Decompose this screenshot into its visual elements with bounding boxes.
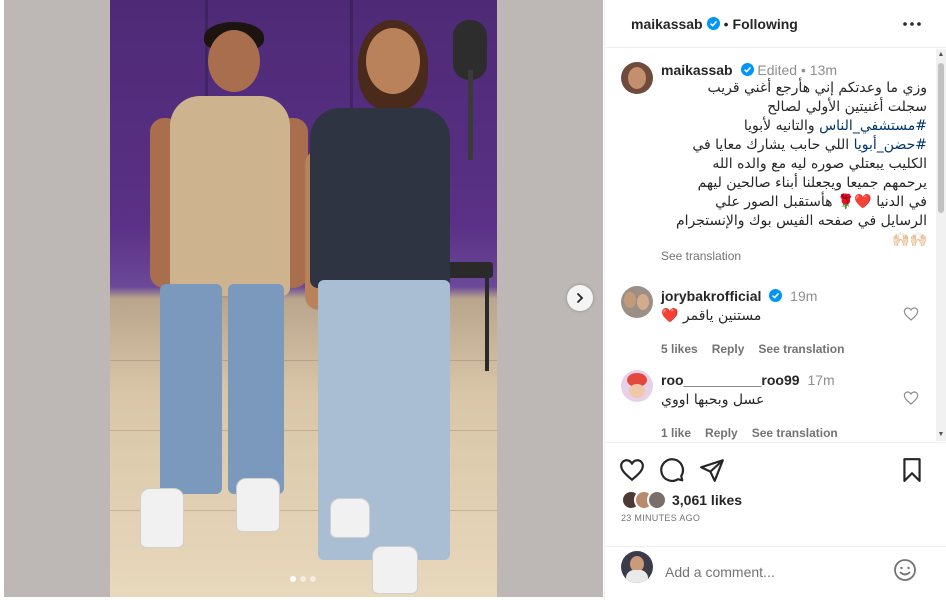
comment-meta: 5 likes Reply See translation: [661, 342, 891, 356]
post-timestamp: 23 MINUTES AGO: [621, 513, 701, 523]
post-actions: 3,061 likes 23 MINUTES AGO: [605, 442, 946, 546]
caption-dot: •: [800, 62, 806, 78]
carousel-dot: [310, 576, 316, 582]
comment-time: 17m: [807, 372, 835, 388]
following-button[interactable]: Following: [733, 16, 798, 32]
likes-summary: 3,061 likes: [621, 490, 742, 510]
post-header: maikassab • Following: [605, 0, 946, 48]
see-translation-button[interactable]: See translation: [758, 342, 844, 356]
like-comment-heart-icon[interactable]: [903, 306, 919, 322]
caption-text: وزي ما وعدتكم إني هأرجع أغني قريب سجلت أ…: [661, 79, 927, 250]
comment-avatar[interactable]: [621, 370, 653, 402]
comment-item: roo__________roo99 17m عسل وبحبها اووي 1…: [661, 372, 891, 440]
caption-line: الكليب يبعتلي صوره ليه مع والده الله: [712, 156, 927, 172]
caption-line: وزي ما وعدتكم إني هأرجع أغني قريب: [707, 80, 928, 96]
comment-text: مستنين ياقمر ❤️: [661, 308, 762, 324]
comment-likes[interactable]: 5 likes: [661, 342, 698, 356]
hashtag-link[interactable]: #مستشفي_الناس: [819, 118, 927, 134]
comment-text: عسل وبحبها اووي: [661, 392, 765, 408]
caption-username[interactable]: maikassab: [661, 62, 733, 78]
emoji-smiley-icon[interactable]: [893, 558, 917, 582]
comment-avatar[interactable]: [621, 286, 653, 318]
comment-time: 19m: [790, 288, 818, 304]
share-send-icon[interactable]: [699, 457, 725, 483]
chevron-right-icon: [577, 293, 584, 303]
caption-line: #حضن_أبويا اللي حابب يشارك معايا في: [692, 137, 927, 153]
verified-badge-icon: [769, 289, 783, 302]
comment-meta: 1 like Reply See translation: [661, 426, 891, 440]
scroll-down-arrow-icon[interactable]: ▼: [937, 431, 945, 439]
caption-line: #مستشفي_الناس والتانيه لأبويا: [743, 118, 927, 134]
caption-line: 🙌🏻🙌🏻: [892, 232, 927, 248]
save-bookmark-icon[interactable]: [899, 457, 925, 483]
verified-badge-icon: [706, 17, 720, 30]
caption-line: الرسايل في صفحه الفيس بوك والإنستجرام: [675, 213, 927, 229]
liker-avatar: [647, 490, 667, 510]
header-separator: •: [723, 15, 729, 32]
comment-username[interactable]: jorybakrofficial: [661, 288, 761, 304]
comment-likes[interactable]: 1 like: [661, 426, 691, 440]
add-comment-input[interactable]: [665, 560, 875, 584]
post-photo[interactable]: [110, 0, 497, 597]
carousel-dot: [300, 576, 306, 582]
reply-button[interactable]: Reply: [712, 342, 745, 356]
see-translation-button[interactable]: See translation: [752, 426, 838, 440]
post-side-panel: maikassab • Following maikassab Edited •…: [604, 0, 946, 600]
caption: maikassab Edited • 13m وزي ما وعدتكم إني…: [661, 62, 927, 250]
header-username[interactable]: maikassab: [631, 16, 703, 32]
like-heart-icon[interactable]: [619, 457, 645, 483]
comments-scrollbar[interactable]: ▲ ▼: [936, 49, 946, 441]
caption-line: يرحمهم جميعا ويجعلنا أبناء صالحين ليهم: [697, 175, 927, 191]
carousel-dot-active: [290, 576, 296, 582]
verified-badge-icon: [740, 63, 754, 76]
more-options-icon[interactable]: [902, 16, 922, 32]
hashtag-link[interactable]: #حضن_أبويا: [854, 137, 927, 153]
current-user-avatar: [621, 551, 653, 583]
carousel-indicator: [290, 576, 316, 582]
stool-leg: [485, 276, 489, 371]
caption-avatar[interactable]: [621, 62, 653, 94]
caption-see-translation[interactable]: See translation: [661, 249, 741, 263]
post-media: [0, 0, 603, 600]
like-comment-heart-icon[interactable]: [903, 390, 919, 406]
likes-count[interactable]: 3,061 likes: [672, 492, 742, 508]
add-comment-bar: [605, 546, 946, 600]
caption-line: سجلت أغنيتين الأولي لصالح: [767, 99, 927, 115]
mic-pole: [468, 70, 473, 160]
comments-list[interactable]: maikassab Edited • 13m وزي ما وعدتكم إني…: [605, 49, 939, 441]
caption-time: 13m: [809, 62, 838, 78]
comment-username[interactable]: roo__________roo99: [661, 372, 800, 388]
comment-bubble-icon[interactable]: [659, 457, 685, 483]
scroll-thumb[interactable]: [938, 63, 944, 213]
scroll-up-arrow-icon[interactable]: ▲: [937, 51, 945, 59]
reply-button[interactable]: Reply: [705, 426, 738, 440]
caption-line: في الدنيا ❤️🌹 هأستقبل الصور علي: [715, 194, 927, 210]
next-slide-button[interactable]: [567, 285, 593, 311]
edited-label: Edited: [757, 62, 798, 78]
comment-item: jorybakrofficial 19m مستنين ياقمر ❤️ 5 l…: [661, 288, 891, 356]
